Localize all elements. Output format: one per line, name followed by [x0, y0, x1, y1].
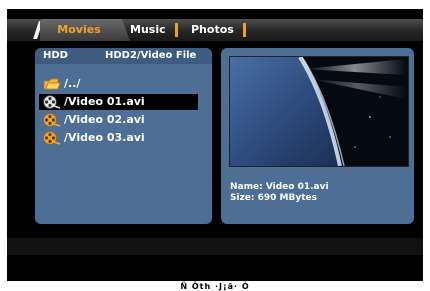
file-item-label: /Video 01.avi — [64, 95, 145, 108]
file-item-label: /Video 02.avi — [64, 113, 145, 126]
file-info: Name: Video 01.avi Size: 690 MBytes — [230, 182, 329, 204]
bottom-status-bar — [7, 238, 423, 255]
file-item-video-03[interactable]: /Video 03.avi — [39, 130, 197, 146]
file-item-label: /Video 03.avi — [64, 131, 145, 144]
current-path: HDD2/Video File — [105, 50, 197, 61]
tab-separator — [243, 23, 246, 37]
file-item-parent[interactable]: /../ — [39, 76, 197, 92]
file-size-info: Size: 690 MBytes — [230, 193, 318, 203]
file-item-label: /../ — [64, 77, 81, 90]
film-reel-icon — [43, 95, 61, 109]
media-player-screen: Movies Music Photos HDD HDD2/Video File … — [7, 9, 423, 281]
drive-label: HDD — [43, 50, 68, 61]
film-reel-icon — [43, 113, 61, 127]
browser-header: HDD HDD2/Video File — [35, 48, 212, 64]
video-thumbnail — [229, 55, 409, 167]
file-item-video-02[interactable]: /Video 02.avi — [39, 112, 197, 128]
folder-up-icon — [43, 77, 61, 91]
tab-movies[interactable]: Movies — [40, 19, 118, 41]
film-reel-icon — [43, 131, 61, 145]
tab-bar: Movies Music Photos — [7, 19, 423, 41]
file-item-video-01[interactable]: /Video 01.avi — [39, 94, 198, 110]
tab-separator — [175, 23, 178, 37]
file-browser-panel: HDD HDD2/Video File /../ /Video 01.avi /… — [35, 48, 212, 224]
tab-photos[interactable]: Photos — [191, 19, 234, 41]
tab-music[interactable]: Music — [130, 19, 166, 41]
file-name-info: Name: Video 01.avi — [230, 182, 329, 192]
preview-panel: Name: Video 01.avi Size: 690 MBytes — [221, 48, 414, 224]
